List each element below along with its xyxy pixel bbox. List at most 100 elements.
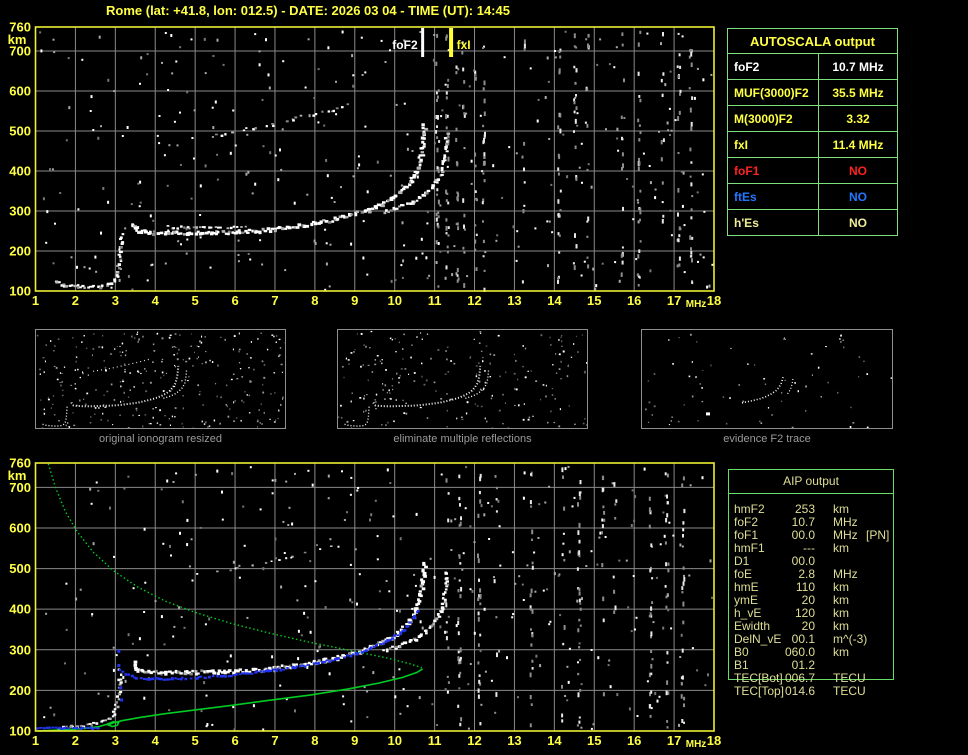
aip-unit: km bbox=[833, 645, 849, 659]
svg-text:200: 200 bbox=[9, 244, 31, 259]
svg-text:km: km bbox=[8, 468, 27, 483]
aip-unit: TECU bbox=[833, 684, 866, 698]
param-label: foF2 bbox=[727, 53, 819, 80]
svg-text:14: 14 bbox=[547, 293, 562, 308]
param-value: 11.4 MHz bbox=[818, 131, 898, 158]
param-label: M(3000)F2 bbox=[727, 105, 819, 132]
svg-text:400: 400 bbox=[9, 164, 31, 179]
autoscala-row-foF1: foF1 NO bbox=[727, 157, 898, 184]
svg-text:10: 10 bbox=[387, 293, 401, 308]
svg-text:6: 6 bbox=[231, 293, 238, 308]
param-value: 10.7 MHz bbox=[818, 53, 898, 80]
svg-text:300: 300 bbox=[9, 642, 31, 657]
svg-text:2: 2 bbox=[72, 293, 79, 308]
svg-text:600: 600 bbox=[9, 520, 31, 535]
svg-text:11: 11 bbox=[428, 293, 442, 308]
aip-value: 014.6 bbox=[784, 684, 815, 698]
svg-text:foF2: foF2 bbox=[392, 38, 418, 52]
svg-text:10: 10 bbox=[387, 733, 401, 748]
aip-row-hmF1: hmF1 --- km bbox=[728, 542, 928, 555]
aip-output-title: AIP output bbox=[729, 470, 893, 494]
svg-text:13: 13 bbox=[507, 733, 521, 748]
param-label: foF1 bbox=[727, 157, 819, 184]
param-value: NO bbox=[818, 183, 898, 210]
param-label: MUF(3000)F2 bbox=[727, 79, 819, 106]
svg-text:16: 16 bbox=[627, 733, 641, 748]
svg-text:3: 3 bbox=[112, 733, 119, 748]
aip-row-D1: D1 00.0 bbox=[728, 555, 928, 568]
thumbnail-caption-eliminate: eliminate multiple reflections bbox=[393, 433, 532, 445]
svg-text:17: 17 bbox=[667, 733, 681, 748]
svg-text:12: 12 bbox=[467, 733, 481, 748]
aip-row-foF2: foF2 10.7 MHz bbox=[728, 516, 928, 529]
autoscala-row-h'Es: h'Es NO bbox=[727, 209, 898, 236]
param-label: ftEs bbox=[727, 183, 819, 210]
param-value: NO bbox=[818, 209, 898, 236]
svg-text:18: 18 bbox=[707, 733, 721, 748]
param-label: fxI bbox=[727, 131, 819, 158]
svg-text:12: 12 bbox=[467, 293, 481, 308]
svg-text:km: km bbox=[8, 32, 27, 47]
svg-text:600: 600 bbox=[9, 84, 31, 99]
svg-text:3: 3 bbox=[112, 293, 119, 308]
aip-note: [PN] bbox=[866, 528, 890, 542]
svg-text:18: 18 bbox=[707, 293, 721, 308]
svg-text:400: 400 bbox=[9, 602, 31, 617]
station-datetime-title: Rome (lat: +41.8, lon: 012.5) - DATE: 20… bbox=[106, 3, 510, 18]
aip-row-hmF2: hmF2 253 km bbox=[728, 503, 928, 516]
param-value: NO bbox=[818, 157, 898, 184]
svg-text:16: 16 bbox=[627, 293, 641, 308]
param-value: 3.32 bbox=[818, 105, 898, 132]
fxI-marker-line bbox=[449, 28, 454, 57]
svg-text:2: 2 bbox=[72, 733, 79, 748]
svg-text:6: 6 bbox=[231, 733, 238, 748]
svg-text:MHz: MHz bbox=[686, 739, 707, 750]
thumbnail-caption-evidence: evidence F2 trace bbox=[723, 433, 811, 445]
svg-text:1: 1 bbox=[32, 733, 39, 748]
thumbnail-eliminate-reflections bbox=[337, 329, 588, 429]
aip-row-TEC[Top]: TEC[Top] 014.6 TECU bbox=[728, 685, 928, 698]
svg-text:11: 11 bbox=[428, 733, 442, 748]
svg-text:9: 9 bbox=[351, 733, 358, 748]
svg-text:9: 9 bbox=[351, 293, 358, 308]
autoscala-title: AUTOSCALA output bbox=[727, 28, 898, 54]
svg-text:fxI: fxI bbox=[457, 38, 471, 52]
autoscala-row-ftEs: ftEs NO bbox=[727, 183, 898, 210]
svg-text:5: 5 bbox=[192, 293, 199, 308]
autoscala-row-foF2: foF2 10.7 MHz bbox=[727, 53, 898, 80]
svg-text:5: 5 bbox=[192, 733, 199, 748]
aip-row-DelN_vE: DelN_vE 00.1 m^(-3) bbox=[728, 633, 928, 646]
svg-text:7: 7 bbox=[271, 733, 278, 748]
aip-unit: km bbox=[833, 541, 849, 555]
svg-text:100: 100 bbox=[9, 724, 31, 739]
autoscala-row-MUF(3000)F2: MUF(3000)F2 35.5 MHz bbox=[727, 79, 898, 106]
svg-text:200: 200 bbox=[9, 683, 31, 698]
svg-text:14: 14 bbox=[547, 733, 562, 748]
svg-text:8: 8 bbox=[311, 733, 318, 748]
svg-text:300: 300 bbox=[9, 204, 31, 219]
aip-row-B0: B0 060.0 km bbox=[728, 646, 928, 659]
autoscala-row-fxI: fxI 11.4 MHz bbox=[727, 131, 898, 158]
svg-text:500: 500 bbox=[9, 561, 31, 576]
svg-text:4: 4 bbox=[152, 733, 160, 748]
svg-text:500: 500 bbox=[9, 124, 31, 139]
aip-row-hmE: hmE 110 km bbox=[728, 581, 928, 594]
thumbnail-evidence-f2-trace bbox=[641, 329, 893, 429]
autoscala-row-M(3000)F2: M(3000)F2 3.32 bbox=[727, 105, 898, 132]
autoscala-output-table: AUTOSCALA output foF2 10.7 MHz MUF(3000)… bbox=[727, 28, 898, 236]
svg-text:13: 13 bbox=[507, 293, 521, 308]
thumbnail-caption-original: original ionogram resized bbox=[99, 433, 222, 445]
svg-text:100: 100 bbox=[9, 284, 31, 299]
svg-text:15: 15 bbox=[587, 293, 601, 308]
param-label: h'Es bbox=[727, 209, 819, 236]
autoscala-window: 760 700 600 500 400 300 200 100 km 1 2 3 4 5 6 7 8 9 10 11 1… bbox=[0, 0, 968, 755]
param-value: 35.5 MHz bbox=[818, 79, 898, 106]
svg-text:4: 4 bbox=[152, 293, 160, 308]
aip-output-rows: hmF2 253 km foF2 10.7 MHz foF1 00.0 MHz … bbox=[728, 503, 928, 698]
svg-text:17: 17 bbox=[667, 293, 681, 308]
svg-text:15: 15 bbox=[587, 733, 601, 748]
thumbnail-original-ionogram bbox=[35, 329, 286, 429]
foF2-marker-line bbox=[421, 28, 425, 57]
svg-text:7: 7 bbox=[271, 293, 278, 308]
svg-text:MHz: MHz bbox=[686, 299, 707, 310]
